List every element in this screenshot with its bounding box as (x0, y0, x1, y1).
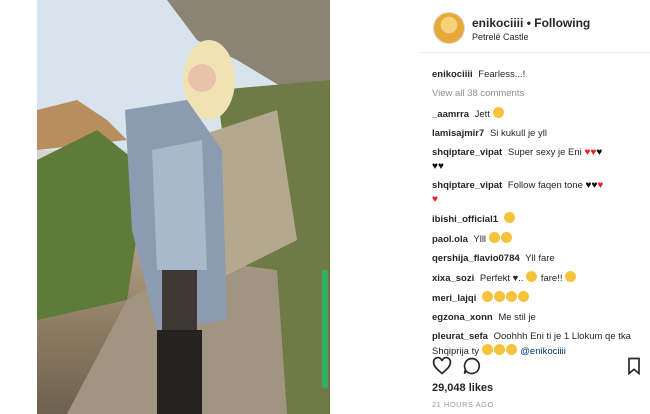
action-bar (432, 356, 644, 378)
comment-item: meri_lajqi (432, 291, 644, 306)
red-heart-icon: ♥ (432, 194, 438, 205)
username-link[interactable]: enikociiii (472, 16, 523, 30)
sparkle-emoji-icon (506, 291, 517, 302)
red-heart-icon: ♥ (597, 180, 604, 191)
sparkle-emoji-icon (518, 291, 529, 302)
kiss-emoji-icon (565, 271, 577, 282)
heart-icon[interactable] (432, 356, 452, 376)
comment-username[interactable]: shqiptare_vipat (432, 147, 502, 158)
heart-eyes-emoji-icon (488, 232, 500, 243)
comment-text: Jett (474, 109, 490, 120)
comment-icon[interactable] (462, 356, 482, 376)
avatar[interactable] (433, 12, 465, 44)
heart-eyes-emoji-icon (494, 291, 505, 302)
sparkle-emoji-icon (526, 271, 538, 282)
comment-text: Me stil je (498, 312, 536, 323)
sunglasses-emoji-icon (492, 107, 504, 118)
comment-username[interactable]: pleurat_sefa (432, 331, 488, 342)
comment-item: egzona_xonn Me stil je (432, 311, 644, 325)
comment-item: pleurat_sefa Ooohhh Eni ti je 1 Llokum q… (432, 330, 644, 359)
caption: enikociiii Fearless...! (432, 68, 644, 82)
likes-count[interactable]: 29,048 likes (432, 382, 493, 394)
comment-username[interactable]: paol.ola (432, 234, 468, 245)
comment-item: lamisajmir7 Si kukull je yll (432, 127, 644, 141)
comment-item: xixa_sozi Perfekt ♥.. fare!! (432, 271, 644, 286)
post-photo[interactable] (37, 0, 330, 414)
comment-item: _aamrra Jett (432, 107, 644, 122)
comment-username[interactable]: meri_lajqi (432, 293, 476, 304)
following-button[interactable]: Following (534, 16, 590, 30)
caption-text: Fearless...! (478, 69, 526, 80)
comment-username[interactable]: _aamrra (432, 109, 469, 120)
comment-text: Ylll (473, 234, 487, 245)
comment-text: Perfekt ♥.. (479, 273, 524, 284)
heart-eyes-emoji-icon (503, 212, 515, 223)
kiss-emoji-icon (493, 344, 505, 355)
comment-username[interactable]: xixa_sozi (432, 273, 474, 284)
comment-item: shqiptare_vipat Follow faqen tone ♥♥♥ ♥ (432, 179, 644, 207)
header-divider (419, 52, 650, 53)
separator-dot: • (526, 16, 531, 30)
comment-username[interactable]: ibishi_official1 (432, 214, 498, 225)
post-image (37, 0, 330, 414)
comment-text: Si kukull je yll (489, 128, 547, 139)
bookmark-icon[interactable] (624, 356, 644, 376)
black-heart-icon: ♥♥ (585, 180, 598, 191)
black-heart-icon: ♥ (596, 147, 603, 158)
comments-list: enikociiii Fearless...! View all 38 comm… (432, 68, 644, 364)
heart-eyes-emoji-icon (482, 291, 493, 302)
heart-eyes-emoji-icon (500, 232, 512, 243)
side-scrollbar[interactable] (322, 270, 328, 388)
kiss-emoji-icon (505, 344, 517, 355)
comment-item: shqiptare_vipat Super sexy je Eni ♥♥♥ ♥♥ (432, 146, 644, 174)
post-header: enikociiii • Following Petrelë Castle (419, 10, 650, 50)
comment-text: Follow faqen tone (507, 180, 583, 191)
view-all-comments-link[interactable]: View all 38 comments (432, 87, 644, 101)
comment-text-2: fare!! (540, 273, 563, 284)
comment-item: qershija_flavio0784 Yll fare (432, 252, 644, 266)
post-timestamp: 21 HOURS AGO (432, 400, 494, 409)
black-heart-icon: ♥♥ (432, 161, 444, 172)
comment-text: Yll fare (525, 253, 555, 264)
comment-username[interactable]: enikociiii (432, 69, 473, 80)
comment-text: Super sexy je Eni (507, 147, 582, 158)
comment-item: paol.ola Ylll (432, 232, 644, 247)
comment-username[interactable]: shqiptare_vipat (432, 180, 502, 191)
comment-item: ibishi_official1 (432, 212, 644, 227)
comment-username[interactable]: egzona_xonn (432, 312, 493, 323)
kiss-emoji-icon (481, 344, 493, 355)
header-line: enikociiii • Following (472, 16, 590, 30)
comment-username[interactable]: qershija_flavio0784 (432, 253, 520, 264)
comment-username[interactable]: lamisajmir7 (432, 128, 484, 139)
location-link[interactable]: Petrelë Castle (472, 32, 529, 42)
